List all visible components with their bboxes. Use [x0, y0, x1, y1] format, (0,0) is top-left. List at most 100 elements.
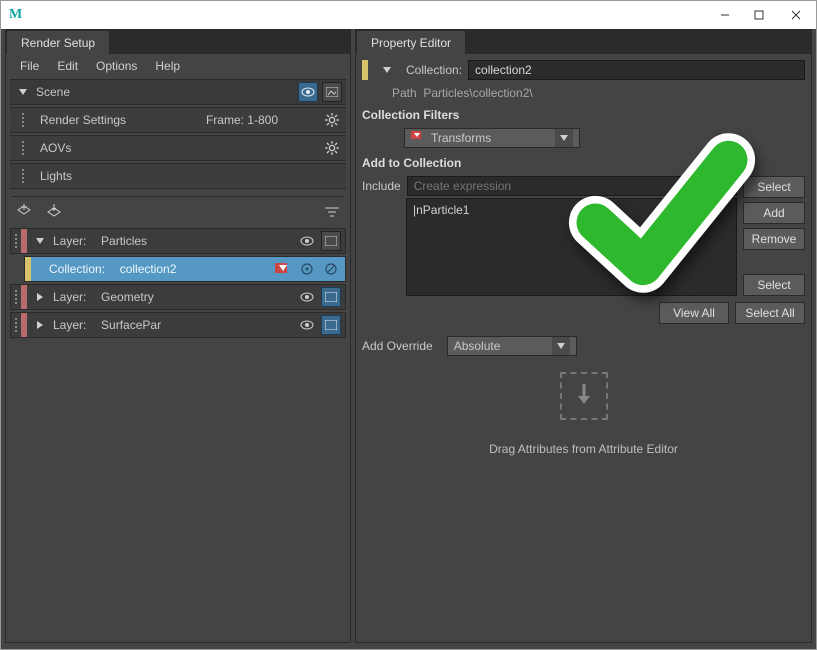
layer-label: Layer: SurfacePar [53, 318, 161, 332]
visibility-icon[interactable] [297, 287, 317, 307]
close-button[interactable] [776, 3, 816, 27]
frame-range: Frame: 1-800 [206, 113, 278, 127]
expand-icon[interactable] [33, 318, 47, 332]
include-listbox[interactable]: |nParticle1 [406, 198, 737, 296]
remove-button[interactable]: Remove [743, 228, 805, 250]
layer-row-particles[interactable]: Layer: Particles [10, 228, 346, 254]
gear-icon[interactable] [322, 138, 342, 158]
tab-render-setup[interactable]: Render Setup [6, 30, 110, 54]
visibility-icon[interactable] [297, 315, 317, 335]
drop-arrow-icon [570, 382, 598, 410]
gear-icon[interactable] [322, 110, 342, 130]
drag-handle[interactable] [18, 169, 28, 183]
collection-filters-label: Collection Filters [362, 108, 805, 122]
drag-handle[interactable] [11, 318, 21, 332]
view-all-button[interactable]: View All [659, 302, 729, 324]
expand-icon[interactable] [33, 290, 47, 304]
disable-icon[interactable] [321, 259, 341, 279]
layer-color-strip [21, 285, 27, 309]
isolate-icon[interactable] [297, 259, 317, 279]
menu-file[interactable]: File [20, 59, 39, 73]
list-action-buttons: View All Select All [362, 302, 805, 324]
add-override-row: Add Override Absolute [362, 336, 805, 356]
app-icon: M [9, 7, 22, 23]
filter-value: Transforms [431, 131, 491, 145]
list-item[interactable]: |nParticle1 [413, 203, 730, 217]
layer-color-strip [21, 313, 27, 337]
collection-label: Collection: collection2 [49, 262, 176, 276]
drag-handle[interactable] [11, 234, 21, 248]
add-to-collection-label: Add to Collection [362, 156, 805, 170]
filter-dropdown[interactable]: Transforms [404, 128, 580, 148]
window-controls [708, 3, 816, 27]
create-layer-icon[interactable] [14, 202, 34, 222]
filter-row: Transforms [362, 128, 805, 148]
filter-type-icon [411, 131, 423, 146]
property-editor-panel: Property Editor Collection: Path Particl… [355, 29, 812, 643]
add-button[interactable]: Add [743, 202, 805, 224]
lights-row[interactable]: Lights [10, 163, 346, 189]
path-value: Particles\collection2\ [423, 86, 532, 100]
layer-toolbar [6, 197, 350, 227]
path-row: Path Particles\collection2\ [362, 86, 805, 100]
add-to-collection-area: Include |nParticle1 Select Add Remove Se… [362, 176, 805, 296]
collection-row[interactable]: Collection: collection2 [24, 256, 346, 282]
collapse-icon[interactable] [380, 63, 394, 77]
layer-label: Layer: Particles [53, 234, 147, 248]
collection-color-strip [362, 60, 368, 80]
layer-row-surfacepar[interactable]: Layer: SurfacePar [10, 312, 346, 338]
app-window: M Render Setup File Edit Options Hel [0, 0, 817, 650]
aovs-row[interactable]: AOVs [10, 135, 346, 161]
scene-row[interactable]: Scene [10, 79, 346, 105]
filter-badge-icon [273, 259, 293, 279]
lights-label: Lights [40, 169, 72, 183]
select-button-2[interactable]: Select [743, 274, 805, 296]
tab-property-editor[interactable]: Property Editor [356, 30, 466, 54]
aovs-label: AOVs [40, 141, 71, 155]
collection-name-input[interactable] [468, 60, 805, 80]
maximize-button[interactable] [742, 3, 776, 27]
layer-row-geometry[interactable]: Layer: Geometry [10, 284, 346, 310]
add-override-label: Add Override [362, 339, 433, 353]
select-all-button[interactable]: Select All [735, 302, 805, 324]
menu-edit[interactable]: Edit [57, 59, 78, 73]
select-button[interactable]: Select [743, 176, 805, 198]
override-value: Absolute [454, 339, 501, 353]
filter-icon[interactable] [322, 202, 342, 222]
include-label: Include [362, 179, 401, 193]
drop-zone-text: Drag Attributes from Attribute Editor [362, 442, 805, 456]
content-area: Render Setup File Edit Options Help Scen… [1, 29, 816, 649]
path-label: Path [392, 86, 417, 100]
layer-color-strip [21, 229, 27, 253]
collection-prefix: Collection: [406, 63, 462, 77]
image-icon[interactable] [321, 315, 341, 335]
right-tab-row: Property Editor [356, 30, 811, 54]
minimize-button[interactable] [708, 3, 742, 27]
collapse-icon[interactable] [33, 234, 47, 248]
render-settings-label: Render Settings [40, 113, 126, 127]
image-icon[interactable] [322, 82, 342, 102]
menu-options[interactable]: Options [96, 59, 137, 73]
collapse-icon[interactable] [16, 85, 30, 99]
chevron-down-icon [552, 337, 570, 355]
visibility-icon[interactable] [298, 82, 318, 102]
import-layer-icon[interactable] [44, 202, 64, 222]
render-setup-panel: Render Setup File Edit Options Help Scen… [5, 29, 351, 643]
render-settings-row[interactable]: Render Settings Frame: 1-800 [10, 107, 346, 133]
titlebar: M [1, 1, 816, 29]
drag-handle[interactable] [18, 141, 28, 155]
menu-bar: File Edit Options Help [6, 54, 350, 78]
chevron-down-icon [555, 129, 573, 147]
menu-help[interactable]: Help [155, 59, 180, 73]
drag-handle[interactable] [11, 290, 21, 304]
image-icon[interactable] [321, 231, 341, 251]
collection-header: Collection: [362, 60, 805, 80]
left-tab-row: Render Setup [6, 30, 350, 54]
include-expression-input[interactable] [407, 176, 737, 196]
image-icon[interactable] [321, 287, 341, 307]
attribute-drop-zone[interactable] [560, 372, 608, 420]
visibility-icon[interactable] [297, 231, 317, 251]
drag-handle[interactable] [18, 113, 28, 127]
override-dropdown[interactable]: Absolute [447, 336, 577, 356]
scene-label: Scene [36, 85, 70, 99]
